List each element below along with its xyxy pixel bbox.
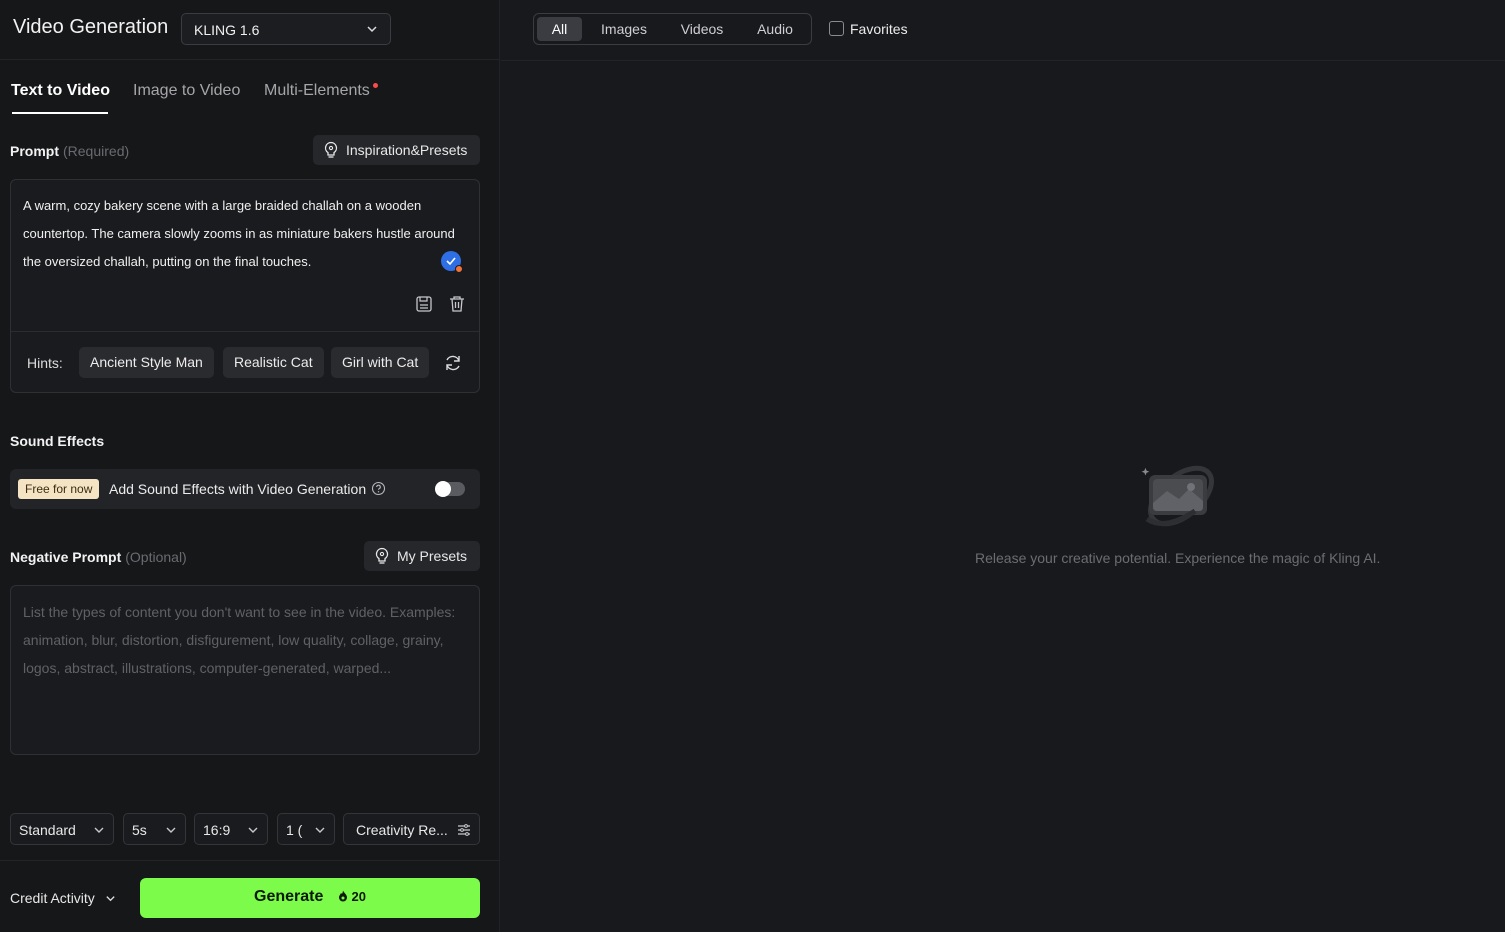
flame-icon — [338, 890, 348, 905]
credit-cost: 20 — [338, 889, 366, 904]
tab-image-to-video[interactable]: Image to Video — [133, 82, 240, 100]
inspiration-presets-button[interactable]: Inspiration&Presets — [313, 135, 480, 165]
my-presets-button[interactable]: My Presets — [364, 541, 480, 571]
negative-prompt-input[interactable]: List the types of content you don't want… — [10, 585, 480, 755]
negative-prompt-label-text: Negative Prompt — [10, 549, 122, 565]
filter-videos[interactable]: Videos — [668, 17, 736, 41]
hint-chip[interactable]: Girl with Cat — [331, 347, 430, 378]
hint-chip[interactable]: Ancient Style Man — [79, 347, 214, 378]
prompt-text[interactable]: A warm, cozy bakery scene with a large b… — [23, 192, 463, 276]
favorites-label[interactable]: Favorites — [850, 21, 908, 37]
help-icon[interactable] — [371, 481, 386, 501]
credit-activity-label: Credit Activity — [10, 890, 95, 906]
refresh-icon[interactable] — [443, 353, 463, 378]
empty-state-illustration — [1135, 453, 1225, 548]
aspect-ratio-select[interactable]: 16:9 — [194, 813, 268, 845]
left-panel: Video Generation KLING 1.6 Text to Video… — [0, 0, 500, 932]
tab-multi-elements[interactable]: Multi-Elements — [264, 82, 370, 100]
status-dot — [455, 265, 463, 273]
credit-cost-value: 20 — [351, 889, 366, 904]
model-select-value: KLING 1.6 — [194, 22, 260, 38]
chevron-down-icon — [93, 823, 105, 839]
negative-prompt-label: Negative Prompt (Optional) — [10, 549, 187, 565]
left-header: Video Generation KLING 1.6 — [0, 0, 500, 60]
negative-prompt-optional-note: (Optional) — [125, 549, 187, 565]
count-select-value: 1 ( — [286, 822, 303, 838]
sound-effects-row: Free for now Add Sound Effects with Vide… — [10, 469, 480, 509]
mode-select-value: Standard — [19, 822, 76, 838]
chevron-down-icon — [165, 823, 177, 839]
prompt-divider — [11, 331, 479, 332]
toggle-knob — [435, 481, 451, 497]
tab-text-to-video[interactable]: Text to Video — [11, 82, 110, 100]
filter-segmented-control: All Images Videos Audio — [533, 13, 812, 45]
filter-images[interactable]: Images — [590, 17, 658, 41]
sound-effects-label: Add Sound Effects with Video Generation — [109, 481, 367, 497]
checkmark-badge-icon[interactable] — [441, 251, 463, 273]
duration-select-value: 5s — [132, 822, 147, 838]
creativity-settings-button[interactable]: Creativity Re... — [343, 813, 480, 845]
prompt-input[interactable]: A warm, cozy bakery scene with a large b… — [10, 179, 480, 393]
chevron-down-icon — [105, 891, 116, 907]
chevron-down-icon — [314, 823, 326, 839]
filter-audio[interactable]: Audio — [744, 17, 806, 41]
generate-label: Generate — [254, 888, 324, 905]
footer-divider — [0, 860, 500, 861]
hints-label: Hints: — [27, 355, 63, 371]
notification-dot — [373, 83, 378, 88]
count-select[interactable]: 1 ( — [277, 813, 335, 845]
favorites-checkbox[interactable] — [829, 21, 844, 36]
sliders-icon — [457, 823, 471, 839]
negative-prompt-placeholder: List the types of content you don't want… — [23, 604, 456, 676]
creativity-label: Creativity Re... — [356, 822, 448, 838]
prompt-label-text: Prompt — [10, 143, 59, 159]
generate-button[interactable]: Generate 20 — [140, 878, 480, 918]
aspect-ratio-select-value: 16:9 — [203, 822, 231, 838]
mode-select[interactable]: Standard — [10, 813, 114, 845]
sound-effects-toggle[interactable] — [435, 481, 465, 497]
free-badge: Free for now — [18, 479, 100, 499]
active-tab-indicator — [12, 112, 108, 114]
prompt-required-note: (Required) — [63, 143, 130, 159]
hint-chip[interactable]: Realistic Cat — [223, 347, 324, 378]
duration-select[interactable]: 5s — [123, 813, 186, 845]
credit-activity-button[interactable]: Credit Activity — [10, 890, 116, 907]
lightbulb-icon — [323, 141, 339, 162]
model-select[interactable]: KLING 1.6 — [181, 13, 391, 45]
chevron-down-icon — [247, 823, 259, 839]
save-icon[interactable] — [415, 295, 433, 318]
empty-state-message: Release your creative potential. Experie… — [975, 550, 1381, 566]
sound-effects-title: Sound Effects — [10, 433, 105, 449]
lightbulb-icon — [374, 547, 390, 568]
filter-all[interactable]: All — [537, 17, 582, 41]
inspiration-presets-label: Inspiration&Presets — [346, 142, 468, 158]
prompt-label: Prompt (Required) — [10, 143, 129, 159]
page-title: Video Generation — [13, 16, 169, 38]
my-presets-label: My Presets — [397, 548, 468, 564]
library-header: All Images Videos Audio Favorites — [501, 0, 1505, 61]
chevron-down-icon — [366, 22, 378, 38]
trash-icon[interactable] — [448, 295, 466, 318]
